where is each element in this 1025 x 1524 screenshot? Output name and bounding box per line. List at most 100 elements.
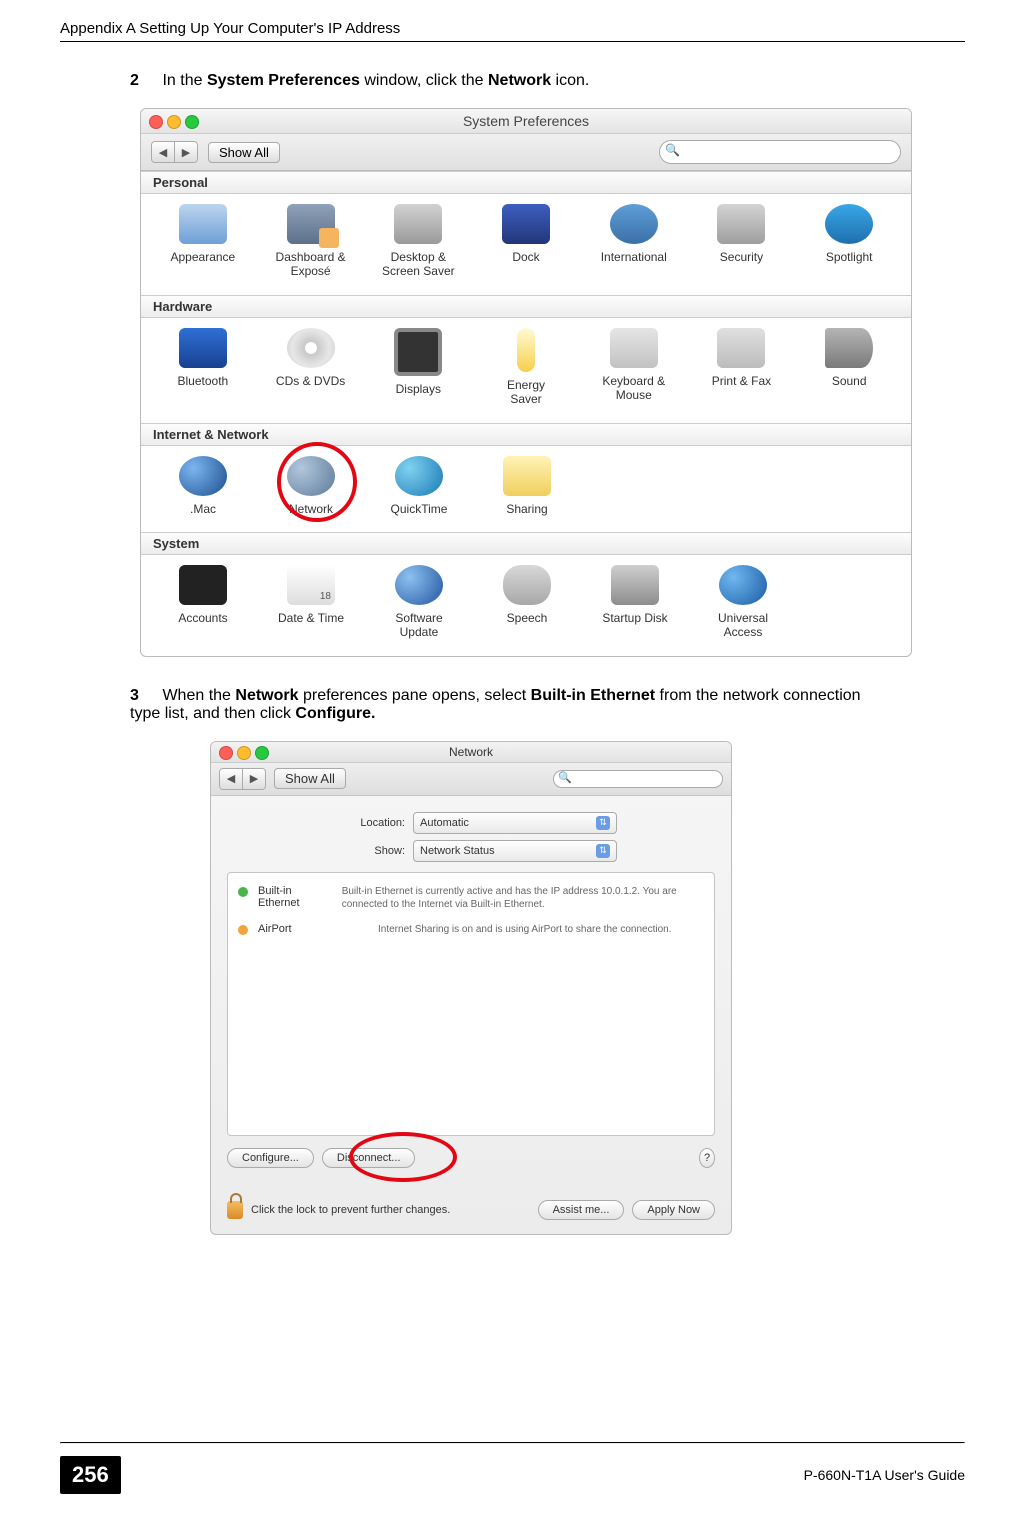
net-show-all-button[interactable]: Show All: [274, 768, 346, 789]
window-controls[interactable]: [149, 115, 199, 129]
zoom-icon[interactable]: [255, 746, 269, 760]
pref-bluetooth[interactable]: Bluetooth: [149, 328, 257, 407]
show-all-button[interactable]: Show All: [208, 142, 280, 163]
section-hardware: Hardware: [141, 295, 911, 318]
pref-universal[interactable]: Universal Access: [689, 565, 797, 640]
footer-rule: [60, 1442, 965, 1444]
minimize-icon[interactable]: [167, 115, 181, 129]
assist-button[interactable]: Assist me...: [538, 1200, 625, 1220]
pref-desktop[interactable]: Desktop & Screen Saver: [364, 204, 472, 279]
pref-displays[interactable]: Displays: [364, 328, 472, 407]
label-network: Network: [289, 502, 333, 516]
software-icon: [395, 565, 443, 605]
net-window-controls[interactable]: [219, 746, 269, 760]
search-icon: 🔍: [665, 143, 680, 157]
search-icon: 🔍: [558, 771, 572, 784]
sound-icon: [825, 328, 873, 368]
item-ethernet-desc: Built-in Ethernet is currently active an…: [342, 885, 704, 911]
close-icon[interactable]: [219, 746, 233, 760]
net-nav-buttons[interactable]: ◀ ▶: [219, 768, 266, 790]
label-international: International: [601, 250, 667, 264]
pref-print[interactable]: Print & Fax: [688, 328, 796, 407]
keyboard-icon: [610, 328, 658, 368]
pref-security[interactable]: Security: [688, 204, 796, 279]
displays-icon: [394, 328, 442, 376]
sysprefs-window: System Preferences ◀ ▶ Show All 🔍 Person…: [140, 108, 912, 657]
pref-mac[interactable]: .Mac: [149, 456, 257, 516]
appearance-icon: [179, 204, 227, 244]
pref-quicktime[interactable]: QuickTime: [365, 456, 473, 516]
step-2-bold-1: System Preferences: [207, 72, 360, 89]
forward-icon[interactable]: ▶: [175, 142, 197, 162]
show-label: Show:: [325, 845, 405, 857]
list-item-airport[interactable]: AirPort Internet Sharing is on and is us…: [236, 917, 706, 942]
minimize-icon[interactable]: [237, 746, 251, 760]
pref-date[interactable]: Date & Time: [257, 565, 365, 640]
startup-icon: [611, 565, 659, 605]
date-icon: [287, 565, 335, 605]
pref-software[interactable]: Software Update: [365, 565, 473, 640]
label-appearance: Appearance: [171, 250, 236, 264]
label-security: Security: [720, 250, 763, 264]
item-ethernet-name: Built-in Ethernet: [258, 885, 332, 911]
chevron-updown-icon: ⇅: [596, 844, 610, 858]
close-icon[interactable]: [149, 115, 163, 129]
location-field: Location: Automatic⇅: [227, 812, 715, 834]
step-3-text-b: preferences pane opens, select: [299, 687, 531, 704]
configure-button[interactable]: Configure...: [227, 1148, 314, 1168]
location-select[interactable]: Automatic⇅: [413, 812, 617, 834]
dock-icon: [502, 204, 550, 244]
pref-appearance[interactable]: Appearance: [149, 204, 257, 279]
net-search-input[interactable]: 🔍: [553, 770, 723, 788]
label-date: Date & Time: [278, 611, 344, 625]
page-number: 256: [60, 1456, 121, 1494]
pref-dock[interactable]: Dock: [472, 204, 580, 279]
pref-spotlight[interactable]: Spotlight: [795, 204, 903, 279]
disconnect-button[interactable]: Disconnect...: [322, 1148, 416, 1168]
pref-cds[interactable]: CDs & DVDs: [257, 328, 365, 407]
network-icon: [287, 456, 335, 496]
step-num-2: 2: [130, 72, 158, 90]
bluetooth-icon: [179, 328, 227, 368]
label-sound: Sound: [832, 374, 867, 388]
desktop-icon: [394, 204, 442, 244]
row-internet: .Mac Network QuickTime Sharing: [141, 446, 911, 532]
zoom-icon[interactable]: [185, 115, 199, 129]
pref-network[interactable]: Network: [257, 456, 365, 516]
row-hardware: Bluetooth CDs & DVDs Displays Energy Sav…: [141, 318, 911, 423]
section-personal: Personal: [141, 171, 911, 194]
label-quicktime: QuickTime: [391, 502, 448, 516]
pref-sharing[interactable]: Sharing: [473, 456, 581, 516]
step-3-bold-2: Built-in Ethernet: [531, 687, 655, 704]
label-sharing: Sharing: [506, 502, 547, 516]
pref-speech[interactable]: Speech: [473, 565, 581, 640]
nav-buttons[interactable]: ◀ ▶: [151, 141, 198, 163]
row-system: Accounts Date & Time Software Update Spe…: [141, 555, 911, 656]
pref-energy[interactable]: Energy Saver: [472, 328, 580, 407]
label-dashboard: Dashboard & Exposé: [276, 250, 346, 278]
label-mac: .Mac: [190, 502, 216, 516]
location-label: Location:: [325, 817, 405, 829]
pref-startup[interactable]: Startup Disk: [581, 565, 689, 640]
show-select[interactable]: Network Status⇅: [413, 840, 617, 862]
header-rule: [60, 41, 965, 42]
label-software: Software Update: [395, 611, 442, 639]
search-input[interactable]: 🔍: [659, 140, 901, 164]
international-icon: [610, 204, 658, 244]
pref-accounts[interactable]: Accounts: [149, 565, 257, 640]
back-icon[interactable]: ◀: [152, 142, 175, 162]
lock-icon[interactable]: [227, 1201, 243, 1219]
pref-international[interactable]: International: [580, 204, 688, 279]
forward-icon[interactable]: ▶: [243, 769, 265, 789]
security-icon: [717, 204, 765, 244]
back-icon[interactable]: ◀: [220, 769, 243, 789]
pref-dashboard[interactable]: Dashboard & Exposé: [257, 204, 365, 279]
figure-sysprefs: System Preferences ◀ ▶ Show All 🔍 Person…: [140, 108, 965, 657]
pref-keyboard[interactable]: Keyboard & Mouse: [580, 328, 688, 407]
list-item-ethernet[interactable]: Built-in Ethernet Built-in Ethernet is c…: [236, 879, 706, 917]
pref-sound[interactable]: Sound: [795, 328, 903, 407]
apply-button[interactable]: Apply Now: [632, 1200, 715, 1220]
help-button[interactable]: ?: [699, 1148, 715, 1168]
item-airport-name: AirPort: [258, 923, 368, 936]
step-3-bold-1: Network: [235, 687, 298, 704]
